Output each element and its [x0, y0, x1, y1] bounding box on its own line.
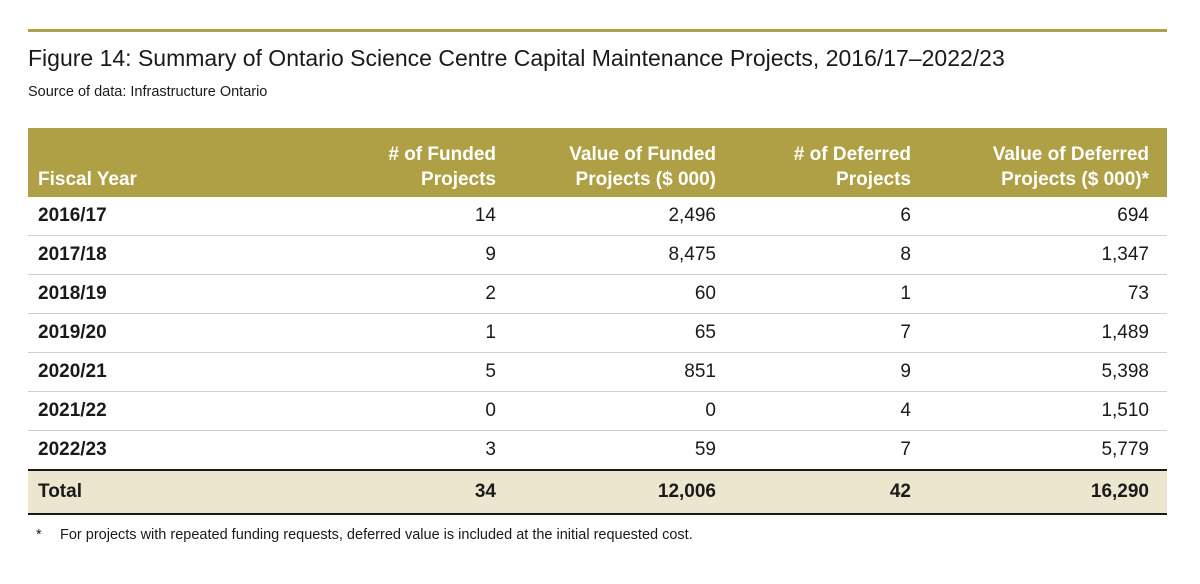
- total-label: Total: [28, 470, 308, 515]
- fiscal-year-cell: 2021/22: [28, 391, 308, 431]
- top-rule: [28, 29, 1167, 32]
- deferred-count-cell: 6: [734, 197, 929, 236]
- table-row: 2020/21 5 851 9 5,398: [28, 352, 1167, 392]
- header-deferred-value: Value of Deferred Projects ($ 000)*: [992, 144, 1149, 190]
- projects-table: Fiscal Year # of Funded Projects Value o…: [28, 128, 1167, 515]
- fiscal-year-cell: 2019/20: [28, 313, 308, 353]
- deferred-count-cell: 1: [734, 274, 929, 314]
- funded-count-cell: 1: [308, 313, 514, 353]
- table-header-row: Fiscal Year # of Funded Projects Value o…: [28, 128, 1167, 197]
- total-deferred-count: 42: [734, 470, 929, 515]
- funded-value-cell: 851: [514, 352, 734, 392]
- funded-count-cell: 14: [308, 197, 514, 236]
- funded-count-cell: 3: [308, 430, 514, 471]
- table-row: 2022/23 3 59 7 5,779: [28, 430, 1167, 471]
- footnote-mark: *: [36, 527, 42, 543]
- funded-value-cell: 60: [514, 274, 734, 314]
- deferred-value-cell: 73: [929, 274, 1167, 314]
- deferred-count-cell: 7: [734, 430, 929, 471]
- fiscal-year-cell: 2020/21: [28, 352, 308, 392]
- funded-value-cell: 0: [514, 391, 734, 431]
- figure-title: Figure 14: Summary of Ontario Science Ce…: [28, 45, 1005, 71]
- header-funded-value: Value of Funded Projects ($ 000): [569, 144, 716, 190]
- deferred-count-cell: 7: [734, 313, 929, 353]
- table-row: 2016/17 14 2,496 6 694: [28, 197, 1167, 236]
- funded-count-cell: 9: [308, 235, 514, 275]
- table-row: 2021/22 0 0 4 1,510: [28, 391, 1167, 431]
- deferred-value-cell: 1,510: [929, 391, 1167, 431]
- deferred-value-cell: 1,347: [929, 235, 1167, 275]
- deferred-value-cell: 5,779: [929, 430, 1167, 471]
- figure-source: Source of data: Infrastructure Ontario: [28, 84, 268, 100]
- fiscal-year-cell: 2022/23: [28, 430, 308, 471]
- total-funded-count: 34: [308, 470, 514, 515]
- table-row: 2019/20 1 65 7 1,489: [28, 313, 1167, 353]
- funded-value-cell: 65: [514, 313, 734, 353]
- deferred-value-cell: 5,398: [929, 352, 1167, 392]
- funded-count-cell: 5: [308, 352, 514, 392]
- deferred-count-cell: 9: [734, 352, 929, 392]
- header-funded-count: # of Funded Projects: [388, 144, 496, 190]
- deferred-count-cell: 4: [734, 391, 929, 431]
- deferred-count-cell: 8: [734, 235, 929, 275]
- funded-count-cell: 0: [308, 391, 514, 431]
- fiscal-year-cell: 2018/19: [28, 274, 308, 314]
- header-fiscal-year: Fiscal Year: [38, 169, 137, 190]
- deferred-value-cell: 1,489: [929, 313, 1167, 353]
- fiscal-year-cell: 2016/17: [28, 197, 308, 236]
- total-funded-value: 12,006: [514, 470, 734, 515]
- table-row: 2018/19 2 60 1 73: [28, 274, 1167, 314]
- funded-value-cell: 8,475: [514, 235, 734, 275]
- fiscal-year-cell: 2017/18: [28, 235, 308, 275]
- funded-count-cell: 2: [308, 274, 514, 314]
- footnote-text: For projects with repeated funding reque…: [60, 527, 693, 543]
- total-row: Total 34 12,006 42 16,290: [28, 470, 1167, 515]
- deferred-value-cell: 694: [929, 197, 1167, 236]
- footnote: * For projects with repeated funding requ…: [36, 526, 693, 544]
- total-deferred-value: 16,290: [929, 470, 1167, 515]
- table-row: 2017/18 9 8,475 8 1,347: [28, 235, 1167, 275]
- funded-value-cell: 2,496: [514, 197, 734, 236]
- funded-value-cell: 59: [514, 430, 734, 471]
- header-deferred-count: # of Deferred Projects: [793, 144, 911, 190]
